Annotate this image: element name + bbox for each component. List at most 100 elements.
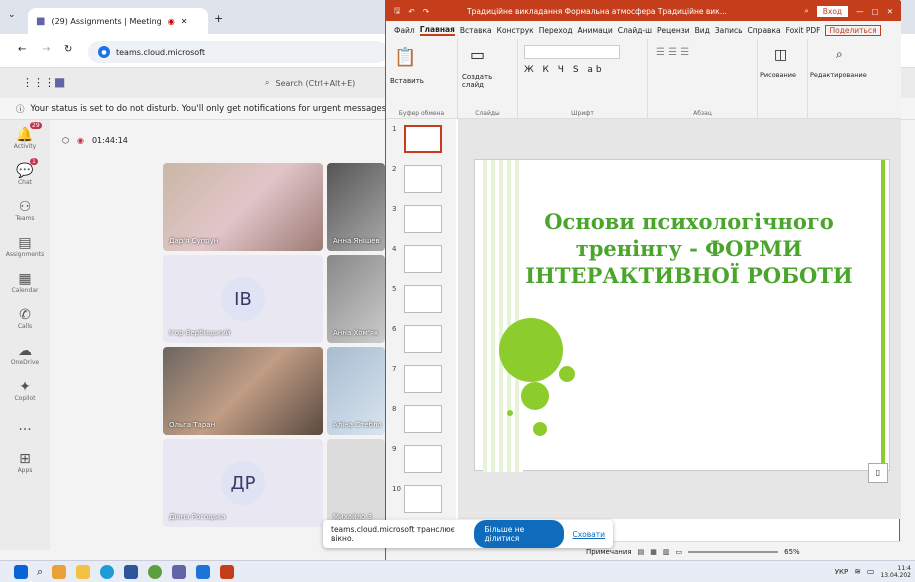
search-icon[interactable]: ⌕ [805, 6, 809, 16]
notes-button[interactable]: Примечания [586, 548, 632, 556]
back-icon[interactable]: ← [18, 44, 26, 55]
browser-tab[interactable]: ■ (29) Assignments | Meeting ◉ ✕ [28, 8, 208, 34]
forward-icon[interactable]: → [42, 44, 50, 55]
tab-review[interactable]: Рецензи [657, 26, 690, 35]
redo-icon[interactable]: ↷ [423, 7, 429, 16]
widgets-icon[interactable] [52, 564, 67, 579]
slide-thumb[interactable] [404, 485, 442, 513]
slide-thumb[interactable] [404, 205, 442, 233]
ribbon: 📋 Вставить Буфер обмена ▭ Создать слайд … [386, 39, 901, 119]
wifi-icon[interactable]: ≋ [854, 567, 861, 576]
stop-sharing-button[interactable]: Більше не ділитися [474, 520, 565, 548]
slide-title[interactable]: Основи психологічного тренінгу - ФОРМИ І… [519, 208, 859, 289]
login-button[interactable]: Вход [816, 5, 849, 17]
search-box[interactable]: ⌕ Search (Ctrl+Alt+E) [265, 72, 385, 94]
slide-thumb[interactable] [404, 405, 442, 433]
tab-foxit[interactable]: Foxit PDF [786, 26, 821, 35]
slide-stripes [483, 160, 523, 472]
explorer-icon[interactable] [76, 564, 91, 579]
list-icons[interactable]: ☰ ☰ ☰ [656, 47, 689, 58]
rail-assignments[interactable]: ▤ Assignments [0, 228, 50, 264]
new-slide-icon[interactable]: ▭ [470, 45, 485, 64]
close-icon[interactable]: ✕ [887, 7, 893, 16]
notes-float-icon[interactable]: ▯ [868, 463, 888, 483]
site-info-icon[interactable]: ● [98, 46, 110, 58]
zoom-level[interactable]: 65% [784, 548, 800, 556]
slide-thumb[interactable] [404, 325, 442, 353]
tab-file[interactable]: Файл [394, 26, 415, 35]
tab-insert[interactable]: Вставка [460, 26, 492, 35]
tab-animations[interactable]: Анимаци [578, 26, 613, 35]
tab-home[interactable]: Главная [419, 25, 455, 36]
slide-thumb[interactable] [404, 445, 442, 473]
rail-chat[interactable]: 💬 Chat [0, 156, 50, 192]
save-icon[interactable]: 🖫 [394, 5, 400, 18]
slide-thumb[interactable] [404, 125, 442, 153]
new-tab-button[interactable]: + [214, 12, 223, 25]
video-tile[interactable]: ІВ Ігор Вербицький [163, 255, 323, 343]
rail-activity[interactable]: 🔔 Activity [0, 120, 50, 156]
chrome-icon[interactable] [148, 564, 163, 579]
video-tile[interactable]: Михайло З [327, 439, 385, 527]
rail-teams[interactable]: ⚇ Teams [0, 192, 50, 228]
tab-view[interactable]: Вид [695, 26, 710, 35]
new-slide-button[interactable]: Создать слайд [462, 73, 502, 89]
editing-button[interactable]: Редактирование [810, 71, 867, 79]
clock[interactable]: 11:4 13.04.202 [880, 565, 911, 579]
mail-icon[interactable] [196, 564, 211, 579]
font-name-field[interactable] [524, 45, 620, 59]
video-tile[interactable]: ДР Діана Рогоцька [163, 439, 323, 527]
search-icon[interactable]: ⌕ [836, 47, 843, 62]
powerpoint-icon[interactable] [220, 564, 235, 579]
tab-help[interactable]: Справка [748, 26, 781, 35]
rail-calls[interactable]: ✆ Calls [0, 300, 50, 336]
slide-thumb[interactable] [404, 365, 442, 393]
paste-icon[interactable]: 📋 [394, 47, 416, 68]
zoom-slider[interactable] [688, 550, 779, 553]
tab-transitions[interactable]: Переход [539, 26, 573, 35]
paste-button[interactable]: Вставить [390, 77, 424, 85]
font-format-icons[interactable]: Ж К Ч S ab [524, 65, 605, 75]
battery-icon[interactable]: ▭ [867, 567, 875, 576]
url-bar[interactable]: ● teams.cloud.microsoft [88, 41, 388, 63]
video-tile[interactable]: Аліна Стебло [327, 347, 385, 435]
tab-menu-icon[interactable]: ⌄ [8, 10, 16, 20]
rail-copilot[interactable]: ✦ Copilot [0, 372, 50, 408]
search-icon[interactable]: ⌕ [37, 565, 43, 579]
maximize-icon[interactable]: ▢ [872, 7, 879, 16]
current-slide[interactable]: Основи психологічного тренінгу - ФОРМИ І… [474, 159, 890, 472]
rail-apps[interactable]: ⊞ Apps [0, 444, 50, 480]
rail-onedrive[interactable]: ☁ OneDrive [0, 336, 50, 372]
reading-view-icon[interactable]: ▥ [663, 548, 670, 556]
drawing-icon[interactable]: ◫ [774, 47, 787, 63]
share-notification: teams.cloud.microsoft транслює вікно. Бі… [323, 520, 613, 548]
edge-icon[interactable] [100, 564, 115, 579]
slide-thumb[interactable] [404, 165, 442, 193]
reload-icon[interactable]: ↻ [64, 44, 72, 55]
slideshow-icon[interactable]: ▭ [675, 548, 682, 556]
start-icon[interactable] [14, 564, 28, 579]
hide-link[interactable]: Сховати [572, 530, 605, 539]
drawing-button[interactable]: Рисование [760, 71, 796, 79]
sorter-view-icon[interactable]: ▦ [650, 548, 657, 556]
rail-calendar[interactable]: ▦ Calendar [0, 264, 50, 300]
tab-design[interactable]: Конструк [497, 26, 534, 35]
tab-record[interactable]: Запись [715, 26, 743, 35]
video-tile[interactable]: Анна Янішев [327, 163, 385, 251]
video-tile[interactable]: Ольга Таран [163, 347, 323, 435]
language-indicator[interactable]: УКР [835, 568, 848, 576]
slide-thumb[interactable] [404, 245, 442, 273]
word-icon[interactable] [124, 564, 139, 579]
video-tile[interactable]: Дар'я Супрун [163, 163, 323, 251]
teams-icon[interactable] [172, 564, 187, 579]
close-tab-icon[interactable]: ✕ [181, 17, 188, 26]
tab-slideshow[interactable]: Слайд-ш [618, 26, 652, 35]
video-tile[interactable]: Анна Хом'як [327, 255, 385, 343]
app-launcher-icon[interactable]: ⋮⋮⋮ [22, 76, 55, 89]
undo-icon[interactable]: ↶ [408, 7, 414, 16]
slide-thumb[interactable] [404, 285, 442, 313]
share-button[interactable]: Поделиться [825, 24, 881, 36]
normal-view-icon[interactable]: ▤ [638, 548, 645, 556]
rail-more[interactable]: ... [0, 408, 50, 444]
minimize-icon[interactable]: — [856, 7, 864, 16]
